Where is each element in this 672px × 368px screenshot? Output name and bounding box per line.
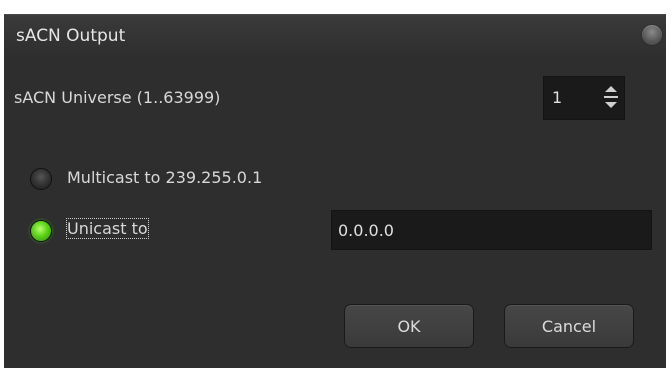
- multicast-label[interactable]: Multicast to 239.255.0.1: [67, 168, 262, 187]
- unicast-label[interactable]: Unicast to: [66, 218, 149, 239]
- sacn-output-dialog: sACN Output sACN Universe (1..63999) 1 M…: [0, 0, 672, 368]
- spin-divider: [604, 96, 618, 98]
- unicast-radio[interactable]: [30, 220, 52, 242]
- dialog-body: sACN Universe (1..63999) 1 Multicast to …: [4, 58, 666, 368]
- spin-arrows[interactable]: [604, 86, 618, 110]
- spin-down-icon[interactable]: [605, 102, 617, 108]
- universe-value[interactable]: 1: [552, 88, 562, 107]
- unicast-address-input[interactable]: 0.0.0.0: [331, 210, 652, 250]
- ok-button[interactable]: OK: [344, 304, 474, 348]
- spin-up-icon[interactable]: [605, 86, 617, 92]
- window-title: sACN Output: [16, 26, 126, 46]
- cancel-button[interactable]: Cancel: [504, 304, 634, 348]
- close-icon[interactable]: [642, 25, 662, 45]
- title-bar[interactable]: sACN Output: [4, 14, 666, 58]
- multicast-radio[interactable]: [30, 168, 52, 190]
- universe-label: sACN Universe (1..63999): [14, 88, 221, 107]
- universe-spinbox[interactable]: 1: [543, 76, 625, 120]
